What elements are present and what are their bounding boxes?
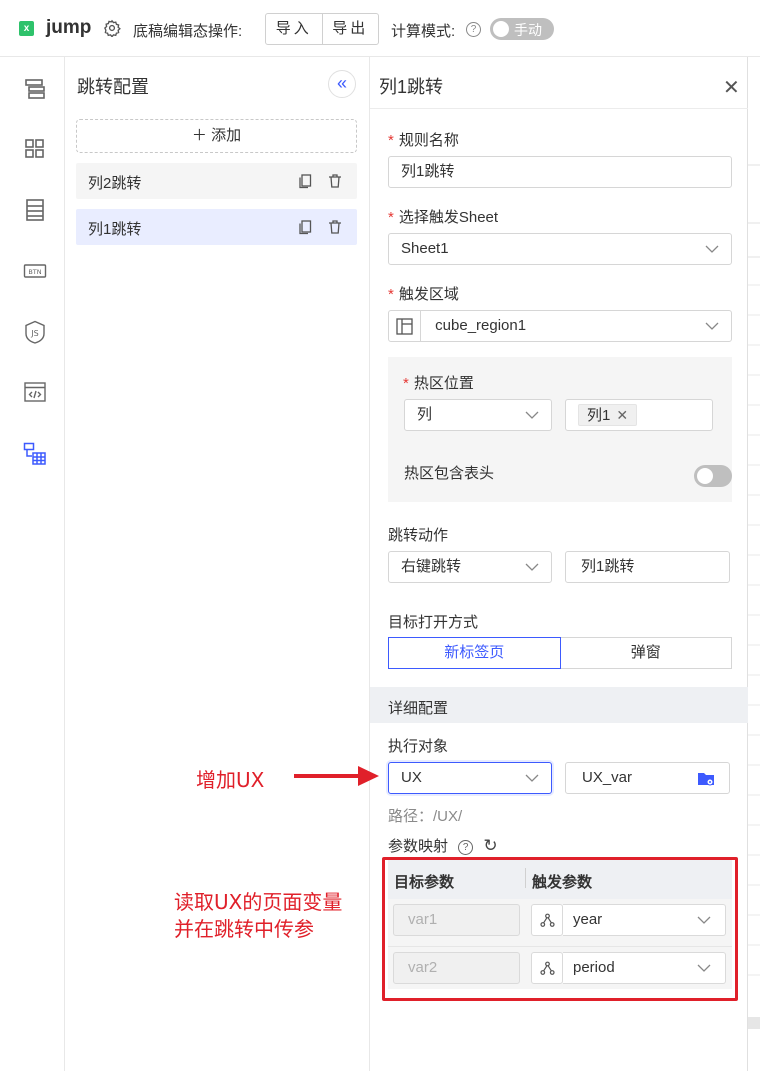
- left-icon-rail: BTN JS: [0, 57, 65, 1071]
- list-item-label: 列1跳转: [88, 221, 142, 238]
- excel-logo-icon: x: [19, 21, 34, 36]
- grid-icon[interactable]: [23, 137, 47, 161]
- app-name: jump: [46, 17, 92, 38]
- trigger-sheet-select[interactable]: Sheet1: [388, 233, 732, 265]
- annotation-param-note-2: 并在跳转中传参: [174, 917, 314, 941]
- import-button[interactable]: 导入: [266, 14, 322, 44]
- divider: [370, 108, 748, 109]
- jump-action-label: 跳转动作: [388, 527, 449, 544]
- list-item-label: 列2跳转: [88, 175, 142, 192]
- remove-tag-icon[interactable]: ✕: [616, 407, 628, 423]
- calc-mode-label: 计算模式:: [391, 23, 456, 40]
- jump-table-icon[interactable]: [23, 442, 47, 466]
- calc-mode-value: 手动: [514, 22, 542, 38]
- open-mode-segmented: 新标签页 弹窗: [388, 637, 732, 669]
- export-button[interactable]: 导出: [321, 14, 379, 44]
- layout-icon[interactable]: [23, 77, 47, 101]
- toggle-knob: [493, 21, 509, 37]
- copy-icon[interactable]: [297, 219, 313, 235]
- chevron-down-icon: [525, 774, 539, 782]
- region-table-icon: [389, 311, 421, 341]
- hotzone-section: * 热区位置 列 列1 ✕ 热区包含表头: [388, 357, 732, 502]
- delete-icon[interactable]: [327, 173, 343, 189]
- help-icon[interactable]: ?: [466, 22, 481, 37]
- button-icon[interactable]: BTN: [23, 259, 47, 283]
- close-icon[interactable]: ✕: [723, 75, 740, 100]
- trigger-area-select[interactable]: cube_region1: [388, 310, 732, 342]
- trigger-sheet-value: Sheet1: [401, 240, 449, 257]
- detail-section-title: 详细配置: [388, 700, 449, 717]
- chevron-down-icon: [525, 411, 539, 419]
- js-icon[interactable]: JS: [23, 320, 47, 344]
- collapse-icon[interactable]: «: [328, 70, 356, 98]
- annotation-arrow-icon: [294, 766, 379, 786]
- top-bar: x jump 底稿编辑态操作: 导入 导出 计算模式: ? 手动: [0, 0, 760, 57]
- hotzone-type-value: 列: [417, 406, 433, 423]
- svg-text:BTN: BTN: [28, 268, 41, 276]
- refresh-icon[interactable]: ↻: [483, 836, 497, 856]
- copy-icon[interactable]: [297, 173, 313, 189]
- rule-name-label: * 规则名称: [388, 132, 459, 149]
- switch-knob: [697, 468, 713, 484]
- jump-action-name-input[interactable]: 列1跳转: [565, 551, 730, 583]
- exec-target-label: 执行对象: [388, 738, 449, 755]
- exec-target-value: UX: [401, 769, 422, 786]
- import-export-group: 导入 导出: [265, 13, 379, 45]
- add-rule-button[interactable]: ＋ 添加: [76, 119, 357, 153]
- annotation-add-ux: 增加UX: [196, 768, 265, 792]
- open-mode-label: 目标打开方式: [388, 614, 479, 631]
- rule-name-input[interactable]: 列1跳转: [388, 156, 732, 188]
- calc-mode-toggle[interactable]: 手动: [490, 18, 554, 40]
- svg-text:JS: JS: [30, 329, 38, 338]
- help-icon[interactable]: ?: [458, 840, 474, 855]
- hotzone-type-select[interactable]: 列: [404, 399, 552, 431]
- code-window-icon[interactable]: [23, 380, 47, 404]
- jump-action-value: 右键跳转: [401, 558, 462, 575]
- annotation-param-note-1: 读取UX的页面变量: [174, 890, 343, 914]
- chevron-down-icon: [705, 245, 719, 253]
- open-mode-popup[interactable]: 弹窗: [560, 637, 732, 669]
- delete-icon[interactable]: [327, 219, 343, 235]
- sheet-grid: [748, 164, 760, 1029]
- hotzone-tag-select[interactable]: 列1 ✕: [565, 399, 713, 431]
- draft-edit-label: 底稿编辑态操作:: [133, 23, 243, 40]
- config-title: 列1跳转: [379, 77, 444, 97]
- hotzone-label: * 热区位置: [403, 375, 474, 392]
- hotzone-header-label: 热区包含表头: [404, 465, 495, 482]
- exec-var-value: UX_var: [582, 769, 633, 786]
- exec-var-input[interactable]: UX_var: [565, 762, 730, 794]
- trigger-area-label: * 触发区域: [388, 286, 459, 303]
- list-item[interactable]: 列1跳转: [76, 209, 357, 245]
- folder-icon[interactable]: [697, 771, 715, 787]
- chevron-down-icon: [525, 563, 539, 571]
- spreadsheet-edge: [748, 57, 760, 1071]
- open-mode-new-tab[interactable]: 新标签页: [388, 637, 561, 669]
- list-item[interactable]: 列2跳转: [76, 163, 357, 199]
- trigger-area-value: cube_region1: [435, 317, 527, 334]
- path-text: 路径：/UX/: [388, 808, 463, 825]
- panel-title: 跳转配置: [77, 77, 149, 97]
- list-icon[interactable]: [23, 198, 47, 222]
- trigger-sheet-label: * 选择触发Sheet: [388, 209, 499, 226]
- hotzone-tag: 列1 ✕: [578, 404, 638, 426]
- chevron-down-icon: [705, 322, 719, 330]
- hotzone-header-switch[interactable]: [694, 465, 732, 487]
- jump-action-select[interactable]: 右键跳转: [388, 551, 552, 583]
- annotation-highlight-box: [382, 857, 738, 1001]
- exec-target-select[interactable]: UX: [388, 762, 552, 794]
- gear-icon[interactable]: [103, 19, 121, 37]
- detail-section-header: 详细配置: [370, 687, 748, 723]
- param-map-label: 参数映射 ? ↻: [388, 836, 498, 856]
